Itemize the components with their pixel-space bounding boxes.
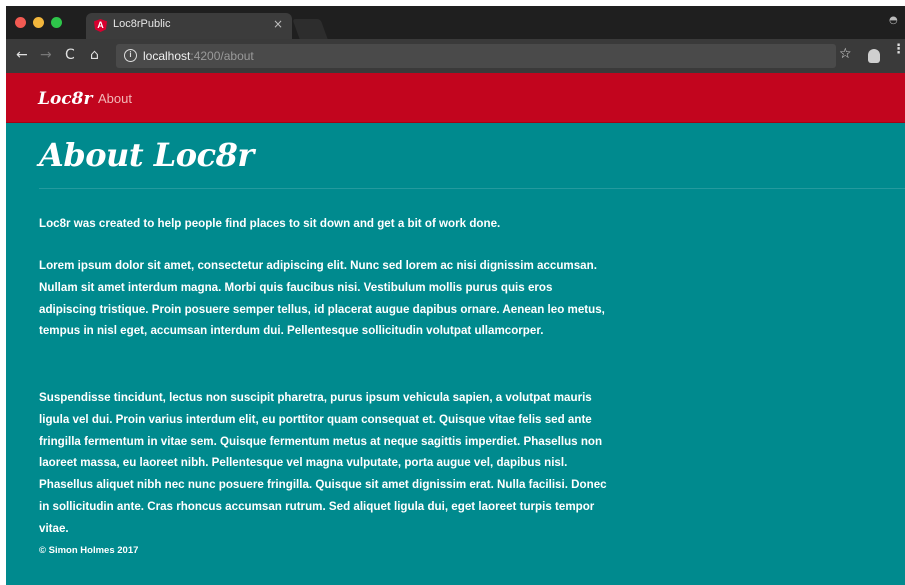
incognito-icon: ◓ xyxy=(889,15,898,26)
lorem-paragraph-1: Lorem ipsum dolor sit amet, consectetur … xyxy=(39,259,605,338)
url-path: :4200/about xyxy=(190,49,254,63)
home-icon[interactable]: ⌂ xyxy=(90,47,99,63)
bookmark-star-icon[interactable]: ☆ xyxy=(839,46,852,62)
new-tab-button[interactable] xyxy=(292,19,328,39)
address-bar[interactable]: i localhost:4200/about xyxy=(116,44,836,68)
title-divider xyxy=(39,188,905,189)
copyright-footer: © Simon Holmes 2017 xyxy=(39,545,139,556)
main-content: About Loc8r Loc8r was created to help pe… xyxy=(6,123,905,585)
browser-menu-icon[interactable]: ⋮ xyxy=(892,43,905,56)
url-text[interactable]: localhost:4200/about xyxy=(143,49,254,63)
intro-paragraph: Loc8r was created to help people find pl… xyxy=(39,217,501,230)
site-navbar: Loc8r About xyxy=(6,73,905,123)
extension-icon[interactable] xyxy=(868,49,880,63)
minimize-window-button[interactable] xyxy=(33,17,44,28)
forward-icon[interactable]: → xyxy=(40,47,52,63)
brand-logo[interactable]: Loc8r xyxy=(38,89,92,109)
tab-title: Loc8rPublic xyxy=(113,18,171,30)
site-info-icon[interactable]: i xyxy=(124,49,137,62)
back-icon[interactable]: ← xyxy=(16,47,28,63)
lorem-paragraph-2: Suspendisse tincidunt, lectus non suscip… xyxy=(39,391,607,535)
tab-close-icon[interactable]: × xyxy=(273,17,283,31)
url-host: localhost xyxy=(143,49,191,63)
tab-loc8rpublic[interactable]: A Loc8rPublic × xyxy=(86,13,292,39)
browser-window: A Loc8rPublic × ◓ ← → C ⌂ i localhost:42… xyxy=(6,6,905,585)
nav-link-about[interactable]: About xyxy=(98,91,132,106)
reload-icon[interactable]: C xyxy=(65,47,75,63)
maximize-window-button[interactable] xyxy=(51,17,62,28)
browser-toolbar: ← → C ⌂ i localhost:4200/about ☆ ⋮ xyxy=(6,39,905,73)
page-title: About Loc8r xyxy=(39,136,254,174)
close-window-button[interactable] xyxy=(15,17,26,28)
tab-strip: A Loc8rPublic × ◓ xyxy=(6,6,905,39)
angular-favicon-icon: A xyxy=(94,19,107,32)
